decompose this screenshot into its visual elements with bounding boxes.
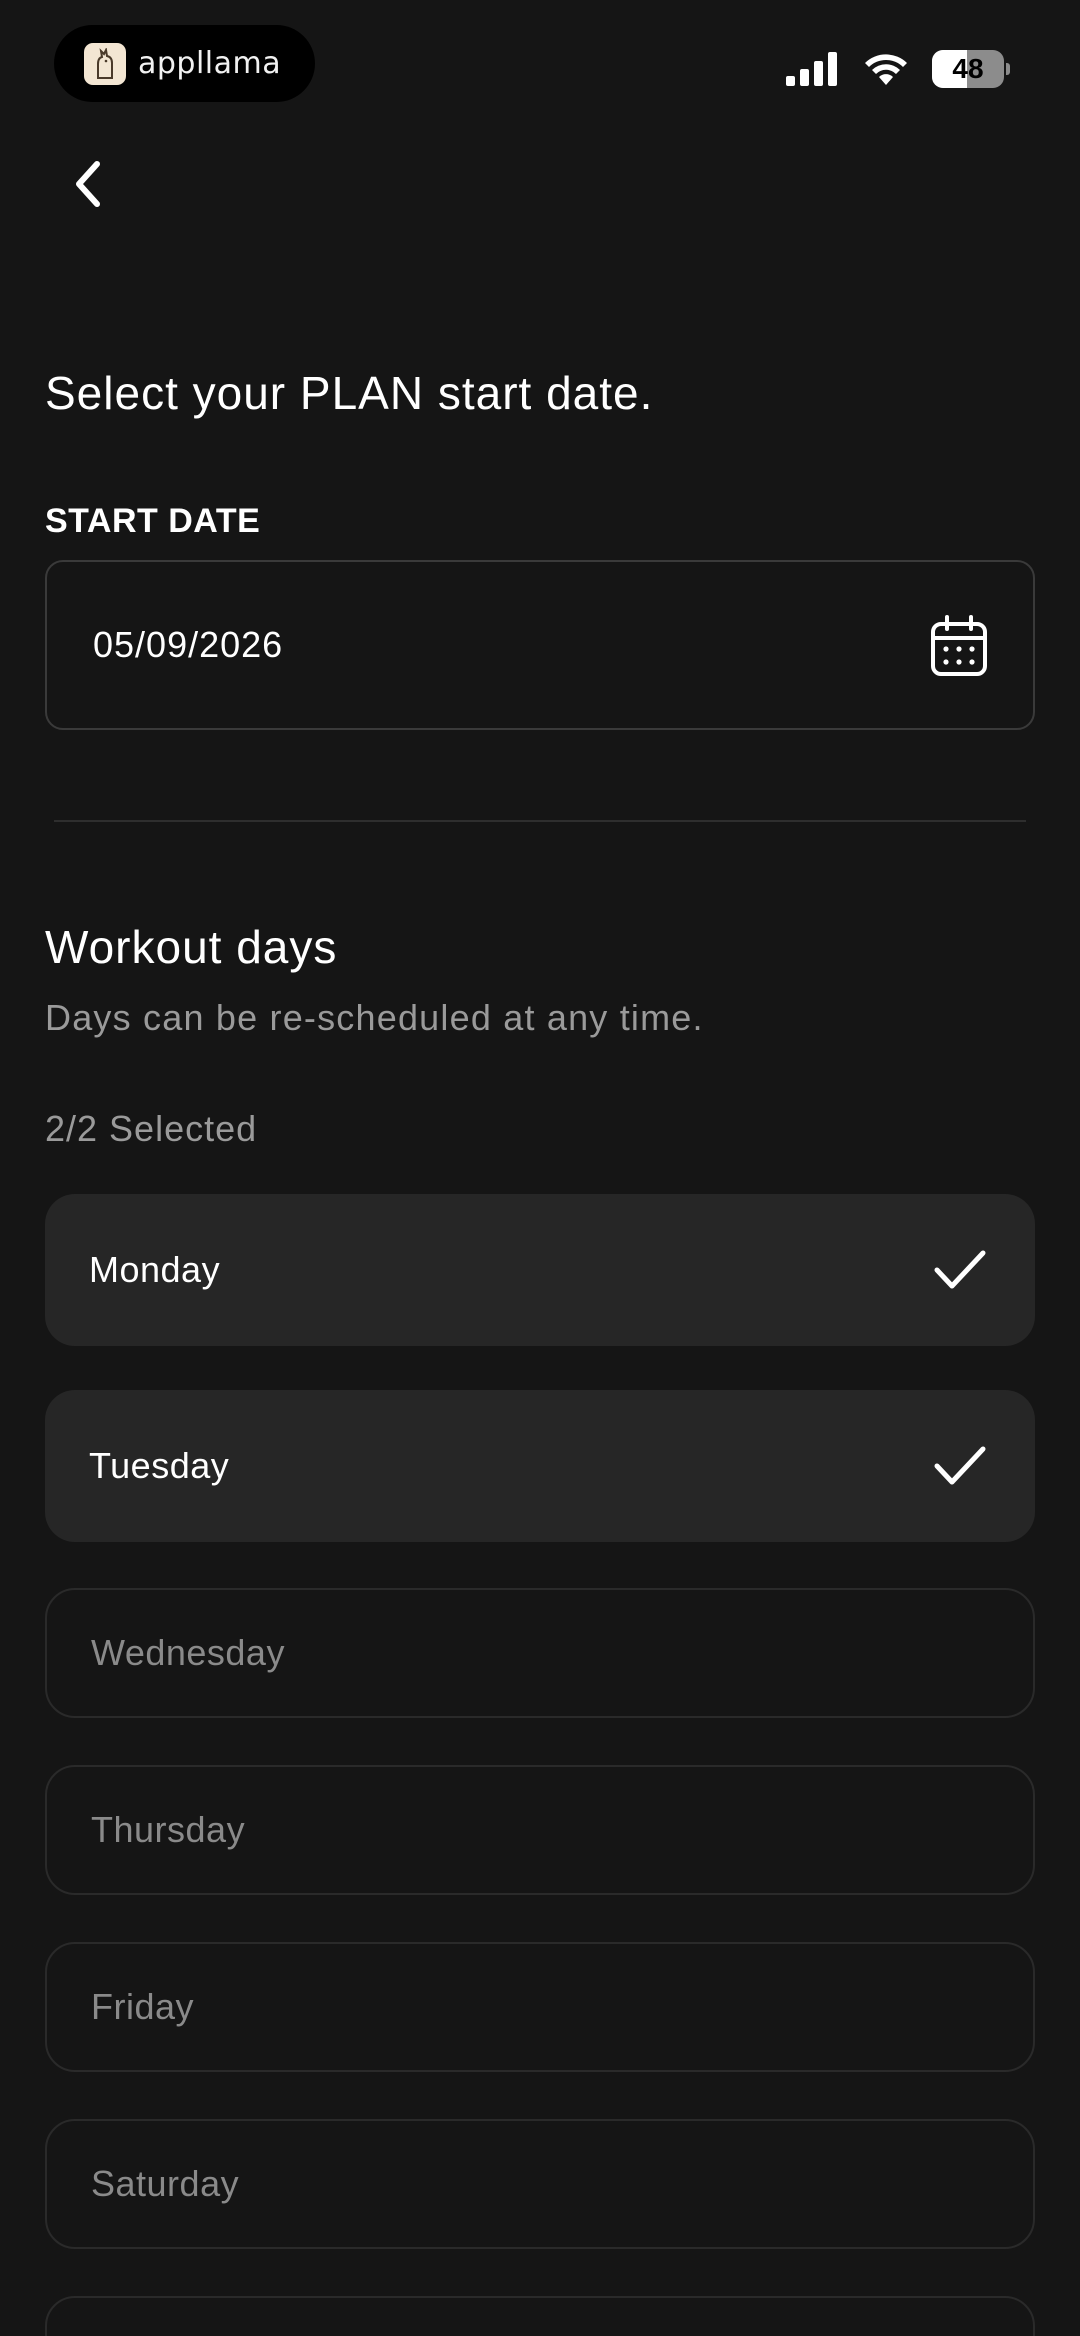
day-option-tuesday[interactable]: Tuesday (45, 1390, 1035, 1542)
workout-days-title: Workout days (45, 921, 338, 973)
checkmark-icon (934, 1446, 986, 1485)
day-option-partial[interactable] (45, 2296, 1035, 2336)
plan-start-screen: appllama 48 Select your PLAN start date. (0, 0, 1080, 2336)
calendar-icon[interactable] (929, 614, 989, 678)
day-option-saturday[interactable]: Saturday (45, 2119, 1035, 2249)
day-label: Monday (89, 1249, 221, 1290)
app-indicator-pill[interactable]: appllama (54, 25, 315, 102)
checkmark-icon (934, 1250, 986, 1289)
status-indicators: 48 (786, 50, 1010, 88)
wifi-icon (865, 54, 907, 85)
start-date-label: START DATE (45, 502, 261, 540)
llama-logo-icon (84, 42, 126, 85)
day-label: Saturday (91, 2163, 240, 2204)
battery-indicator: 48 (932, 50, 1010, 88)
app-name-label: appllama (138, 46, 282, 81)
day-label: Tuesday (89, 1445, 230, 1486)
day-label: Thursday (91, 1809, 246, 1850)
day-option-thursday[interactable]: Thursday (45, 1765, 1035, 1895)
start-date-value: 05/09/2026 (93, 624, 284, 665)
section-divider (54, 820, 1026, 822)
back-button[interactable] (60, 152, 116, 216)
day-option-friday[interactable]: Friday (45, 1942, 1035, 2072)
day-label: Wednesday (91, 1632, 285, 1673)
workout-days-subtitle: Days can be re-scheduled at any time. (45, 997, 704, 1038)
battery-nub (1006, 63, 1010, 75)
selected-count: 2/2 Selected (45, 1108, 258, 1149)
cellular-signal-icon (786, 52, 837, 86)
start-date-field[interactable]: 05/09/2026 (45, 560, 1035, 730)
day-option-monday[interactable]: Monday (45, 1194, 1035, 1346)
battery-percent: 48 (952, 53, 984, 84)
day-label: Friday (91, 1986, 195, 2027)
battery-icon: 48 (932, 50, 1004, 88)
page-title: Select your PLAN start date. (45, 367, 654, 419)
chevron-left-icon (76, 161, 100, 207)
day-option-wednesday[interactable]: Wednesday (45, 1588, 1035, 1718)
